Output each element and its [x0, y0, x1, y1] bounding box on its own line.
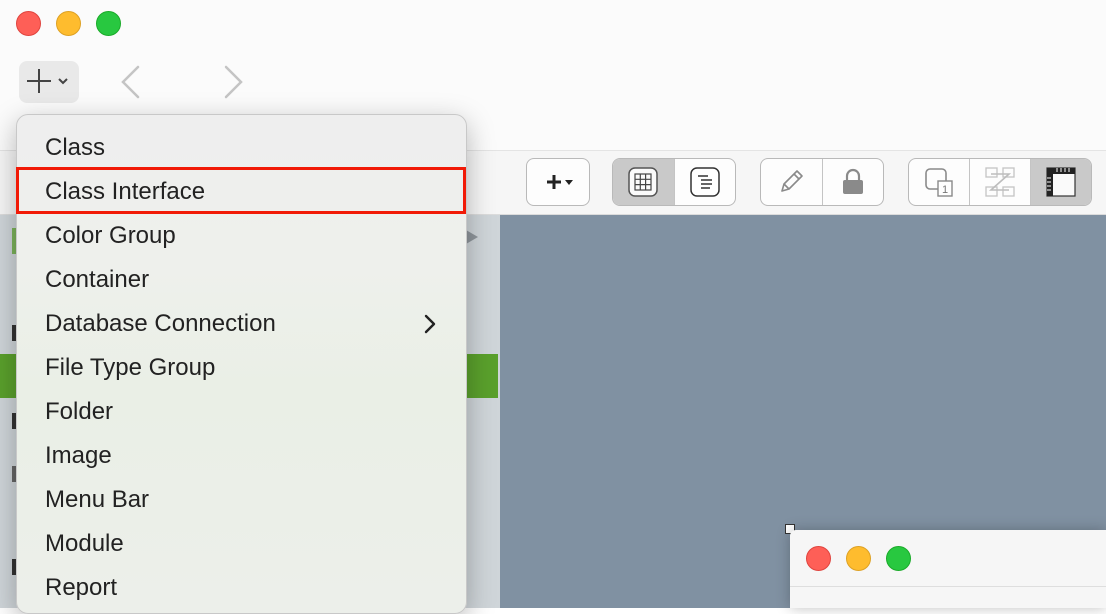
grid-view-button[interactable]	[613, 159, 674, 205]
back-button[interactable]	[118, 64, 144, 105]
submenu-chevron-right-icon	[424, 314, 436, 334]
menu-item-label: Class Interface	[45, 178, 206, 205]
layer-order-button[interactable]: 1	[909, 159, 969, 205]
preview-zoom-icon	[886, 546, 911, 571]
chevron-left-icon	[121, 65, 140, 99]
outline-view-button[interactable]	[673, 159, 736, 205]
preview-close-icon	[806, 546, 831, 571]
menu-item-container[interactable]: Container	[17, 258, 466, 302]
toolbar-add-button[interactable]	[527, 159, 589, 205]
lock-icon	[842, 168, 863, 194]
menu-item-label: Container	[45, 266, 150, 293]
ruler-button[interactable]	[1030, 159, 1091, 205]
plus-icon	[27, 69, 68, 93]
menu-item-label: Module	[45, 530, 124, 557]
forward-button[interactable]	[220, 64, 246, 105]
list-document-icon	[690, 167, 720, 197]
menu-item-class-interface[interactable]: Class Interface	[17, 170, 466, 214]
edit-button[interactable]	[761, 159, 822, 205]
menu-item-label: File Type Group	[45, 354, 216, 381]
chevron-right-icon	[224, 65, 243, 99]
menu-item-report[interactable]: Report	[17, 566, 466, 610]
menu-item-database-connection[interactable]: Database Connection	[17, 302, 466, 346]
toolbar-arrange-group: 1	[908, 158, 1092, 206]
menu-item-label: Image	[45, 442, 112, 469]
menu-item-label: Report	[45, 574, 118, 601]
title-bar	[0, 0, 1106, 52]
layer-number-icon: 1	[925, 168, 953, 197]
toolbar-edit-group	[760, 158, 884, 206]
preview-titlebar-divider	[790, 586, 1106, 587]
preview-minimize-icon	[846, 546, 871, 571]
menu-item-folder[interactable]: Folder	[17, 390, 466, 434]
add-item-menu-button[interactable]	[19, 61, 79, 103]
plus-dropdown-icon	[547, 175, 573, 189]
zoom-button[interactable]	[96, 11, 121, 36]
pencil-icon	[781, 170, 804, 192]
menu-item-label: Folder	[45, 398, 114, 425]
menu-item-label: Color Group	[45, 222, 176, 249]
design-window-preview[interactable]	[790, 530, 1106, 608]
menu-item-color-group[interactable]: Color Group	[17, 214, 466, 258]
svg-text:1: 1	[942, 184, 948, 196]
menu-item-file-type-group[interactable]: File Type Group	[17, 346, 466, 390]
toolbar-add-group	[526, 158, 590, 206]
ruler-icon	[1046, 167, 1076, 197]
z-order-button[interactable]	[969, 159, 1030, 205]
chevron-down-icon	[58, 78, 68, 85]
z-order-icon	[985, 167, 1015, 197]
menu-item-label: Database Connection	[45, 310, 276, 337]
menu-item-class[interactable]: Class	[17, 126, 466, 170]
menu-item-label: Menu Bar	[45, 486, 150, 513]
toolbar-view-group	[612, 158, 736, 206]
disclosure-arrow-icon[interactable]	[466, 230, 478, 244]
lock-button[interactable]	[821, 159, 884, 205]
close-button[interactable]	[16, 11, 41, 36]
menu-item-label: Class	[45, 134, 106, 161]
menu-item-module[interactable]: Module	[17, 522, 466, 566]
menu-item-menu-bar[interactable]: Menu Bar	[17, 478, 466, 522]
minimize-button[interactable]	[56, 11, 81, 36]
add-item-popup-menu: Class Class Interface Color Group Contai…	[16, 114, 467, 614]
menu-item-image[interactable]: Image	[17, 434, 466, 478]
grid-icon	[628, 167, 658, 197]
